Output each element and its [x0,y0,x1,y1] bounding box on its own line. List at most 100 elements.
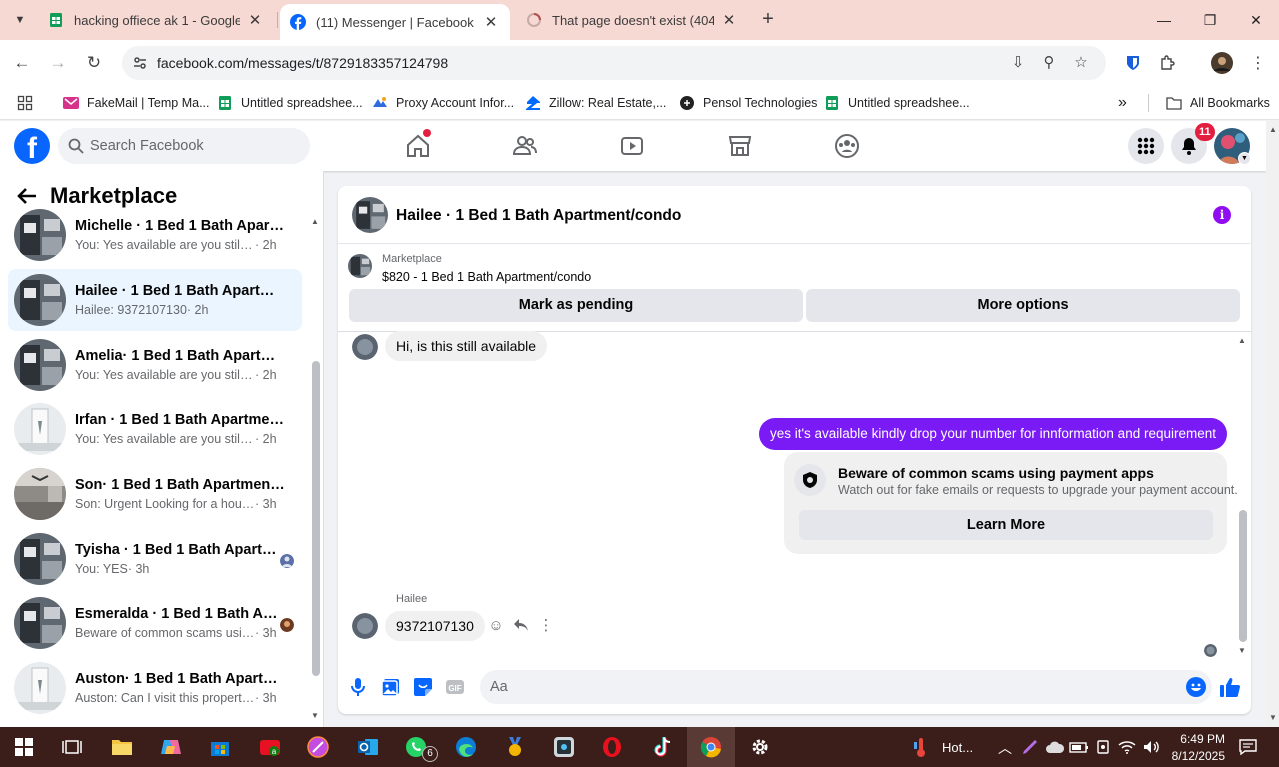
edge-icon[interactable] [454,735,478,759]
conversation-item-auston[interactable]: Auston· 1 Bed 1 Bath Apartment/condo Aus… [8,657,302,719]
scroll-up-arrow-icon[interactable]: ▲ [311,217,319,226]
chrome-icon[interactable] [699,735,723,759]
chat-title[interactable]: Hailee · 1 Bed 1 Bath Apartment/condo [396,207,681,225]
info-icon[interactable]: i [1213,206,1231,224]
chat-scroll-down-icon[interactable]: ▼ [1238,646,1246,655]
file-explorer-icon[interactable] [110,735,134,759]
bookmark-spreadsheet-2[interactable]: Untitled spreadshee... [824,92,970,114]
onedrive-cloud-icon[interactable] [1043,735,1067,759]
conversation-item-irfan[interactable]: Irfan · 1 Bed 1 Bath Apartment/condo You… [8,398,302,460]
settings-gear-icon[interactable] [748,735,772,759]
close-tab-icon[interactable]: ✕ [246,11,264,29]
apps-icon[interactable] [17,92,33,114]
tab-messenger[interactable]: (11) Messenger | Facebook ✕ [280,4,510,40]
conversation-list-scrollbar[interactable] [312,361,320,676]
conversation-item-son[interactable]: Son· 1 Bed 1 Bath Apartment/condo Son: U… [8,463,302,525]
incoming-message[interactable]: 9372107130 [385,611,485,641]
windows-start-icon[interactable] [12,735,36,759]
scroll-down-arrow-icon[interactable]: ▼ [311,711,319,720]
outlook-icon[interactable] [356,735,380,759]
profile-avatar[interactable] [1211,52,1233,74]
conversation-item-tyisha[interactable]: Tyisha · 1 Bed 1 Bath Apartment/condo Yo… [8,528,302,590]
more-options-button[interactable]: More options [806,289,1240,322]
outgoing-message[interactable]: yes it's available kindly drop your numb… [758,418,1227,450]
battery-icon[interactable] [1067,735,1091,759]
copilot-icon[interactable] [159,735,183,759]
media-app-icon[interactable]: a [258,735,282,759]
all-bookmarks[interactable]: All Bookmarks [1166,92,1270,114]
tab-google-sheets[interactable]: hacking offiece ak 1 - Google Sheets ✕ [38,0,278,40]
clock-time[interactable]: 6:49 PM [1173,732,1225,746]
volume-icon[interactable] [1139,735,1163,759]
page-scrollbar[interactable]: ▲ ▼ [1266,121,1279,727]
friends-icon[interactable] [510,131,540,161]
menu-grid-button[interactable] [1128,128,1164,164]
video-icon[interactable] [617,131,647,161]
marketplace-icon[interactable] [725,131,755,161]
microphone-icon[interactable] [347,676,369,698]
reload-icon[interactable]: ↻ [81,50,107,76]
bookmark-proxy-account[interactable]: Proxy Account Infor... [372,92,514,114]
minimize-icon[interactable]: — [1141,0,1187,40]
search-input[interactable] [90,128,300,164]
more-actions-icon[interactable]: ⋮ [537,616,555,634]
conversation-item-amelia[interactable]: Amelia· 1 Bed 1 Bath Apartment/condo You… [8,334,302,396]
conversation-item-michelle[interactable]: Michelle · 1 Bed 1 Bath Apartment/condo … [8,204,302,266]
facebook-search[interactable] [58,128,310,164]
chat-avatar[interactable] [352,197,388,233]
wifi-icon[interactable] [1115,735,1139,759]
address-bar[interactable]: facebook.com/messages/t/8729183357124798… [122,46,1106,80]
conversation-item-hailee[interactable]: Hailee · 1 Bed 1 Bath Apartment/condo Ha… [8,269,302,331]
like-thumbs-up-icon[interactable] [1219,676,1241,698]
mark-as-pending-button[interactable]: Mark as pending [349,289,803,322]
opera-icon[interactable] [600,735,624,759]
weather-thermometer-icon[interactable] [909,735,933,759]
show-hidden-icons-chevron[interactable]: ︿ [998,738,1012,758]
back-icon[interactable]: ← [9,50,35,76]
tab-search-button[interactable]: ▼ [8,8,32,32]
home-icon[interactable] [403,129,433,161]
site-settings-icon[interactable] [132,55,148,71]
gif-icon[interactable]: GIF [444,676,466,698]
conversation-item-esmeralda[interactable]: Esmeralda · 1 Bed 1 Bath Apartment/condo… [8,592,302,654]
medal-app-icon[interactable] [503,735,527,759]
incoming-message[interactable]: Hi, is this still available [385,331,548,361]
bookmark-spreadsheet-1[interactable]: Untitled spreadshee... [217,92,363,114]
close-tab-icon[interactable]: ✕ [720,11,738,29]
pen-icon[interactable] [1018,735,1042,759]
facebook-logo-icon[interactable]: f [14,128,50,164]
reply-icon[interactable] [512,616,530,634]
sticker-icon[interactable] [412,676,434,698]
bookmark-fakemail[interactable]: FakeMail | Temp Ma... [63,92,210,114]
bitwarden-icon[interactable] [1122,52,1144,74]
bookmark-star-icon[interactable]: ☆ [1072,54,1090,72]
weather-text[interactable]: Hot... [942,740,973,755]
forward-icon[interactable]: → [45,50,71,76]
emoji-icon[interactable] [1186,677,1206,697]
bookmark-pensol[interactable]: Pensol Technologies [679,92,817,114]
chat-scroll-up-icon[interactable]: ▲ [1238,336,1246,345]
more-bookmarks-icon[interactable]: » [1118,92,1127,114]
groups-icon[interactable] [832,131,862,161]
bookmark-zillow[interactable]: Zillow: Real Estate,... [525,92,666,114]
extensions-icon[interactable] [1157,52,1179,74]
notification-center-icon[interactable] [1236,735,1260,759]
install-app-icon[interactable]: ⇩ [1009,54,1027,72]
page-scroll-up-icon[interactable]: ▲ [1269,125,1277,134]
close-window-icon[interactable]: ✕ [1233,0,1279,40]
listing-thumbnail[interactable] [348,254,372,278]
chat-scrollbar[interactable] [1239,510,1247,642]
terminal-app-icon[interactable] [552,735,576,759]
account-menu-chevron-icon[interactable]: ▼ [1238,152,1251,165]
clock-date[interactable]: 8/12/2025 [1167,749,1225,763]
message-input-wrapper[interactable] [480,670,1212,704]
new-tab-button[interactable]: + [758,8,778,32]
close-tab-icon[interactable]: ✕ [482,13,500,31]
purple-app-icon[interactable] [306,735,330,759]
listing-price-title[interactable]: $820 - 1 Bed 1 Bath Apartment/condo [382,270,591,284]
page-scroll-down-icon[interactable]: ▼ [1269,713,1277,722]
learn-more-button[interactable]: Learn More [799,510,1213,540]
chrome-menu-icon[interactable]: ⋮ [1247,52,1269,74]
tiktok-icon[interactable] [650,735,674,759]
zoom-icon[interactable]: ⚲ [1040,54,1058,72]
